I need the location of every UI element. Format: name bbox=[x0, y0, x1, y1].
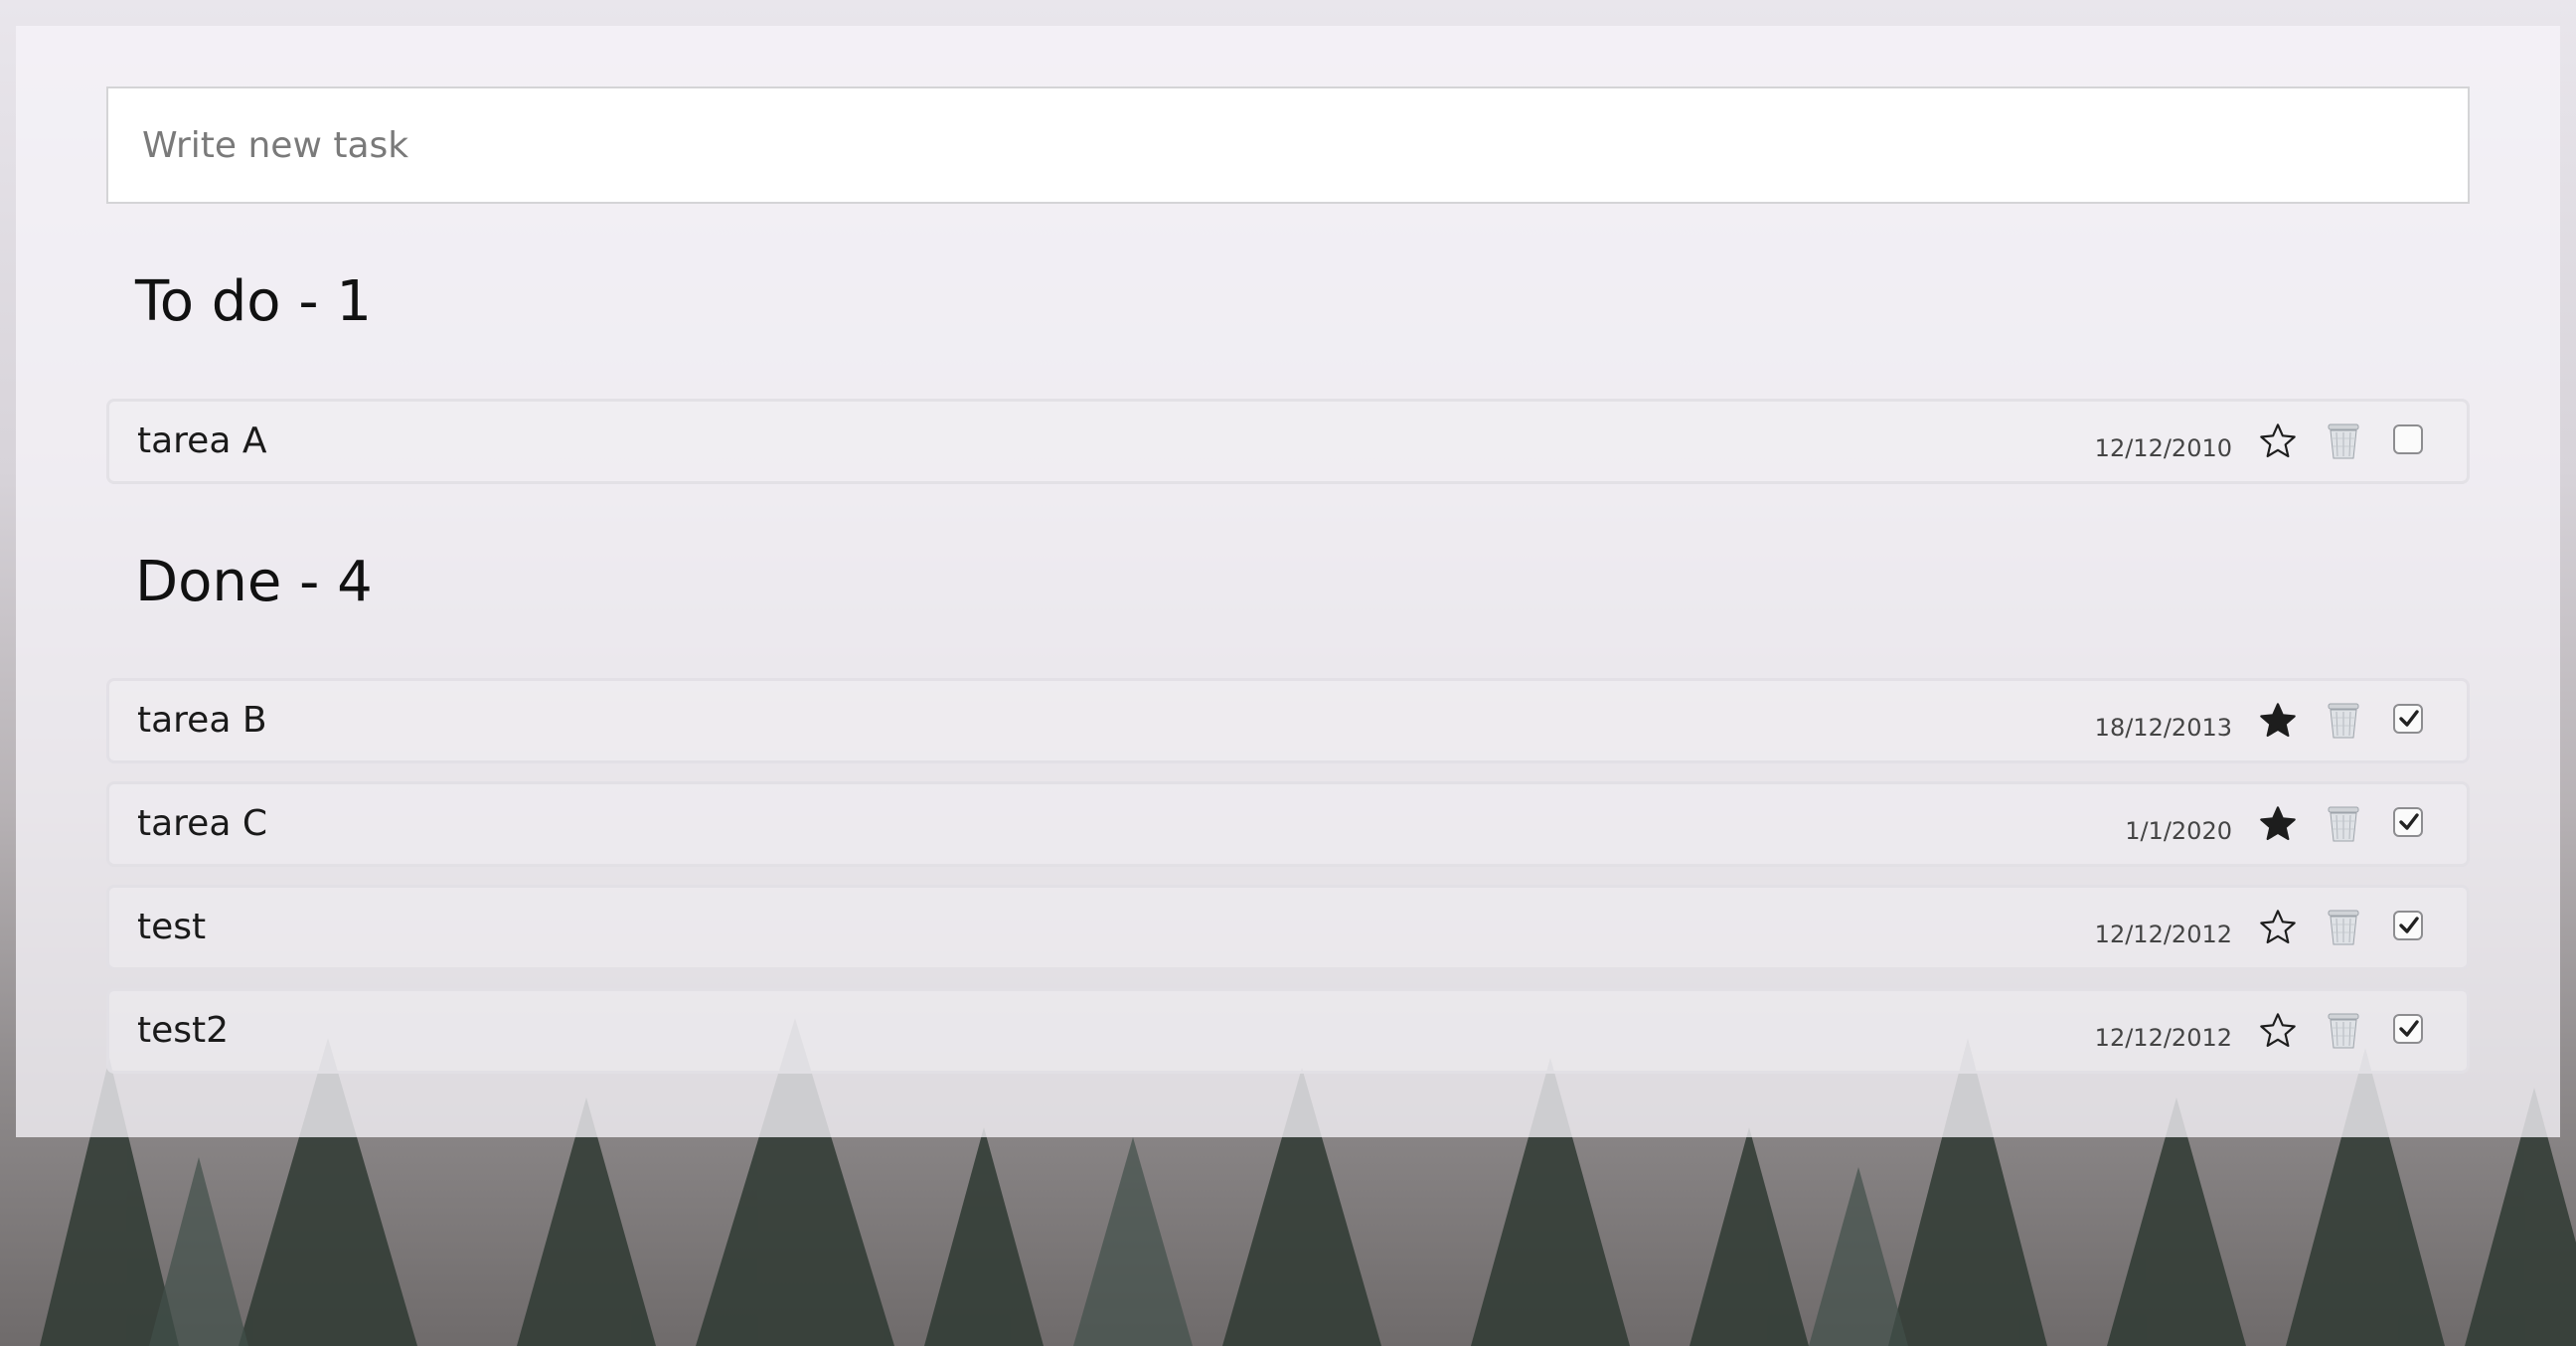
trash-icon[interactable] bbox=[2327, 422, 2360, 460]
done-checkbox-checked[interactable] bbox=[2393, 911, 2423, 940]
task-row[interactable]: test2 12/12/2012 bbox=[106, 988, 2470, 1074]
task-date: 12/12/2010 bbox=[2094, 434, 2232, 462]
star-filled-icon[interactable] bbox=[2258, 701, 2298, 741]
task-date: 12/12/2012 bbox=[2094, 1024, 2232, 1052]
new-task-input[interactable] bbox=[106, 86, 2470, 204]
star-icon[interactable] bbox=[2258, 1011, 2298, 1051]
task-date: 18/12/2013 bbox=[2094, 714, 2232, 742]
trash-icon[interactable] bbox=[2327, 909, 2360, 946]
task-name: tarea C bbox=[137, 803, 267, 844]
done-checkbox-checked[interactable] bbox=[2393, 704, 2423, 734]
star-icon[interactable] bbox=[2258, 908, 2298, 947]
task-name: test2 bbox=[137, 1010, 230, 1051]
todo-panel: To do - 1 tarea A 12/12/2010 Done - 4 tar… bbox=[16, 26, 2560, 1137]
done-section-title: Done - 4 bbox=[135, 550, 373, 614]
task-date: 1/1/2020 bbox=[2125, 817, 2232, 845]
task-row[interactable]: tarea A 12/12/2010 bbox=[106, 399, 2470, 484]
todo-section-title: To do - 1 bbox=[135, 269, 372, 334]
task-date: 12/12/2012 bbox=[2094, 921, 2232, 948]
star-filled-icon[interactable] bbox=[2258, 804, 2298, 844]
task-row[interactable]: test 12/12/2012 bbox=[106, 885, 2470, 970]
trash-icon[interactable] bbox=[2327, 805, 2360, 843]
trash-icon[interactable] bbox=[2327, 702, 2360, 740]
done-checkbox-checked[interactable] bbox=[2393, 1014, 2423, 1044]
task-name: tarea B bbox=[137, 700, 267, 741]
task-row[interactable]: tarea C 1/1/2020 bbox=[106, 781, 2470, 867]
done-checkbox[interactable] bbox=[2393, 424, 2423, 454]
star-icon[interactable] bbox=[2258, 421, 2298, 461]
task-name: test bbox=[137, 907, 207, 947]
done-checkbox-checked[interactable] bbox=[2393, 807, 2423, 837]
task-name: tarea A bbox=[137, 421, 267, 461]
task-row[interactable]: tarea B 18/12/2013 bbox=[106, 678, 2470, 763]
trash-icon[interactable] bbox=[2327, 1012, 2360, 1050]
